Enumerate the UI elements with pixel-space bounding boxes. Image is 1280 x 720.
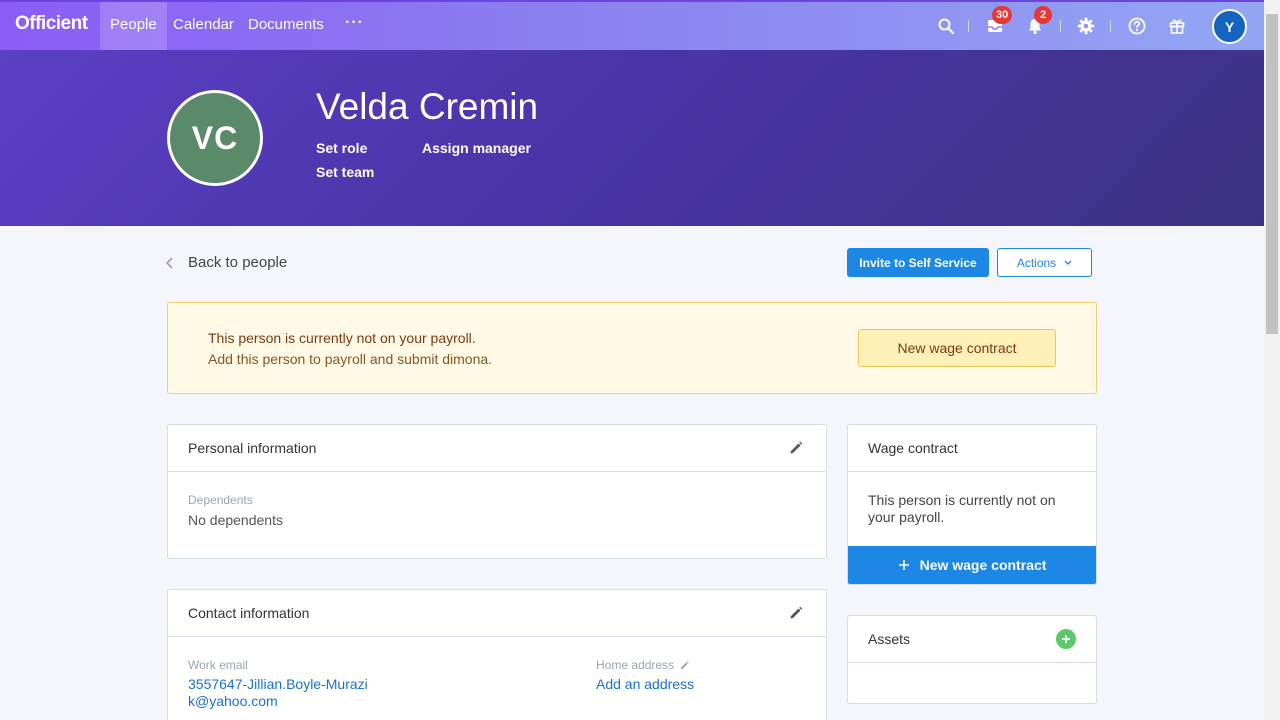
top-navigation: Officient People Calendar Documents ··· … — [0, 0, 1264, 50]
alert-title: This person is currently not on your pay… — [208, 330, 476, 346]
user-avatar[interactable]: Y — [1212, 9, 1247, 44]
assign-manager-link[interactable]: Assign manager — [422, 140, 531, 156]
alert-text: Add this person to payroll and submit di… — [208, 351, 493, 367]
nav-item-people[interactable]: People — [100, 2, 167, 50]
bell-icon[interactable]: 2 — [1023, 6, 1052, 38]
alert-new-wage-contract-button[interactable]: New wage contract — [858, 329, 1056, 367]
nav-item-calendar[interactable]: Calendar — [163, 2, 244, 50]
card-header: Personal information — [168, 425, 826, 472]
notifications-badge: 2 — [1034, 6, 1052, 24]
pencil-icon[interactable] — [788, 440, 804, 456]
payroll-alert: This person is currently not on your pay… — [167, 302, 1097, 394]
card-title: Wage contract — [868, 440, 958, 456]
actions-label: Actions — [1016, 255, 1057, 270]
inbox-badge: 30 — [992, 6, 1013, 24]
dependents-label: Dependents — [188, 493, 253, 507]
assets-card: Assets — [847, 615, 1097, 704]
add-address-link[interactable]: Add an address — [596, 676, 694, 693]
card-title: Assets — [868, 631, 911, 647]
nav-item-documents[interactable]: Documents — [238, 2, 334, 50]
new-wage-contract-button[interactable]: New wage contract — [848, 546, 1096, 584]
gift-icon[interactable] — [1165, 14, 1189, 38]
person-name: Velda Cremin — [316, 86, 539, 127]
pencil-icon[interactable] — [788, 605, 804, 621]
add-asset-button[interactable] — [1056, 629, 1076, 649]
contact-information-card: Contact information Work email 3557647-J… — [167, 589, 827, 720]
actions-dropdown-button[interactable]: Actions — [997, 248, 1092, 277]
plus-icon — [1062, 635, 1070, 643]
card-header: Contact information — [168, 590, 826, 637]
dependents-value: No dependents — [188, 512, 283, 528]
chevron-down-icon — [1064, 260, 1072, 265]
card-title: Personal information — [188, 440, 317, 456]
nav-separator — [968, 20, 969, 32]
chevron-left-icon — [165, 256, 173, 269]
gear-icon[interactable] — [1074, 14, 1098, 38]
card-header: Wage contract — [848, 425, 1096, 472]
card-header: Assets — [848, 616, 1096, 663]
set-role-link[interactable]: Set role — [316, 140, 367, 156]
wage-contract-text: This person is currently not on your pay… — [868, 492, 1056, 525]
card-title: Contact information — [188, 605, 310, 621]
new-wage-contract-label: New wage contract — [919, 557, 1047, 573]
work-email-line-1: 3557647-Jillian.Boyle-Murazi — [188, 676, 368, 692]
back-to-people-label: Back to people — [188, 254, 288, 271]
more-menu-button[interactable]: ··· — [345, 2, 364, 50]
home-address-label-row: Home address — [596, 658, 690, 672]
search-icon[interactable] — [934, 14, 958, 38]
profile-header: VC Velda Cremin Set role Assign manager … — [0, 50, 1264, 226]
work-email-link[interactable]: 3557647-Jillian.Boyle-Murazi k@yahoo.com — [188, 676, 368, 710]
home-address-label: Home address — [596, 658, 675, 672]
back-to-people-link[interactable]: Back to people — [164, 254, 287, 271]
invite-self-service-button[interactable]: Invite to Self Service — [847, 248, 989, 277]
work-email-line-2: k@yahoo.com — [188, 693, 278, 709]
personal-information-card: Personal information Dependents No depen… — [167, 424, 827, 559]
work-email-label: Work email — [188, 658, 248, 672]
plus-icon — [898, 560, 909, 570]
set-team-link[interactable]: Set team — [316, 164, 374, 180]
help-icon[interactable] — [1125, 14, 1149, 38]
wage-contract-card: Wage contract This person is currently n… — [847, 424, 1097, 585]
nav-separator — [1060, 20, 1061, 32]
person-avatar[interactable]: VC — [167, 90, 263, 186]
pencil-icon[interactable] — [679, 660, 690, 671]
inbox-icon[interactable]: 30 — [983, 6, 1013, 38]
nav-separator — [1110, 20, 1111, 32]
scrollbar-thumb[interactable] — [1266, 14, 1278, 334]
app-logo[interactable]: Officient — [15, 13, 88, 35]
